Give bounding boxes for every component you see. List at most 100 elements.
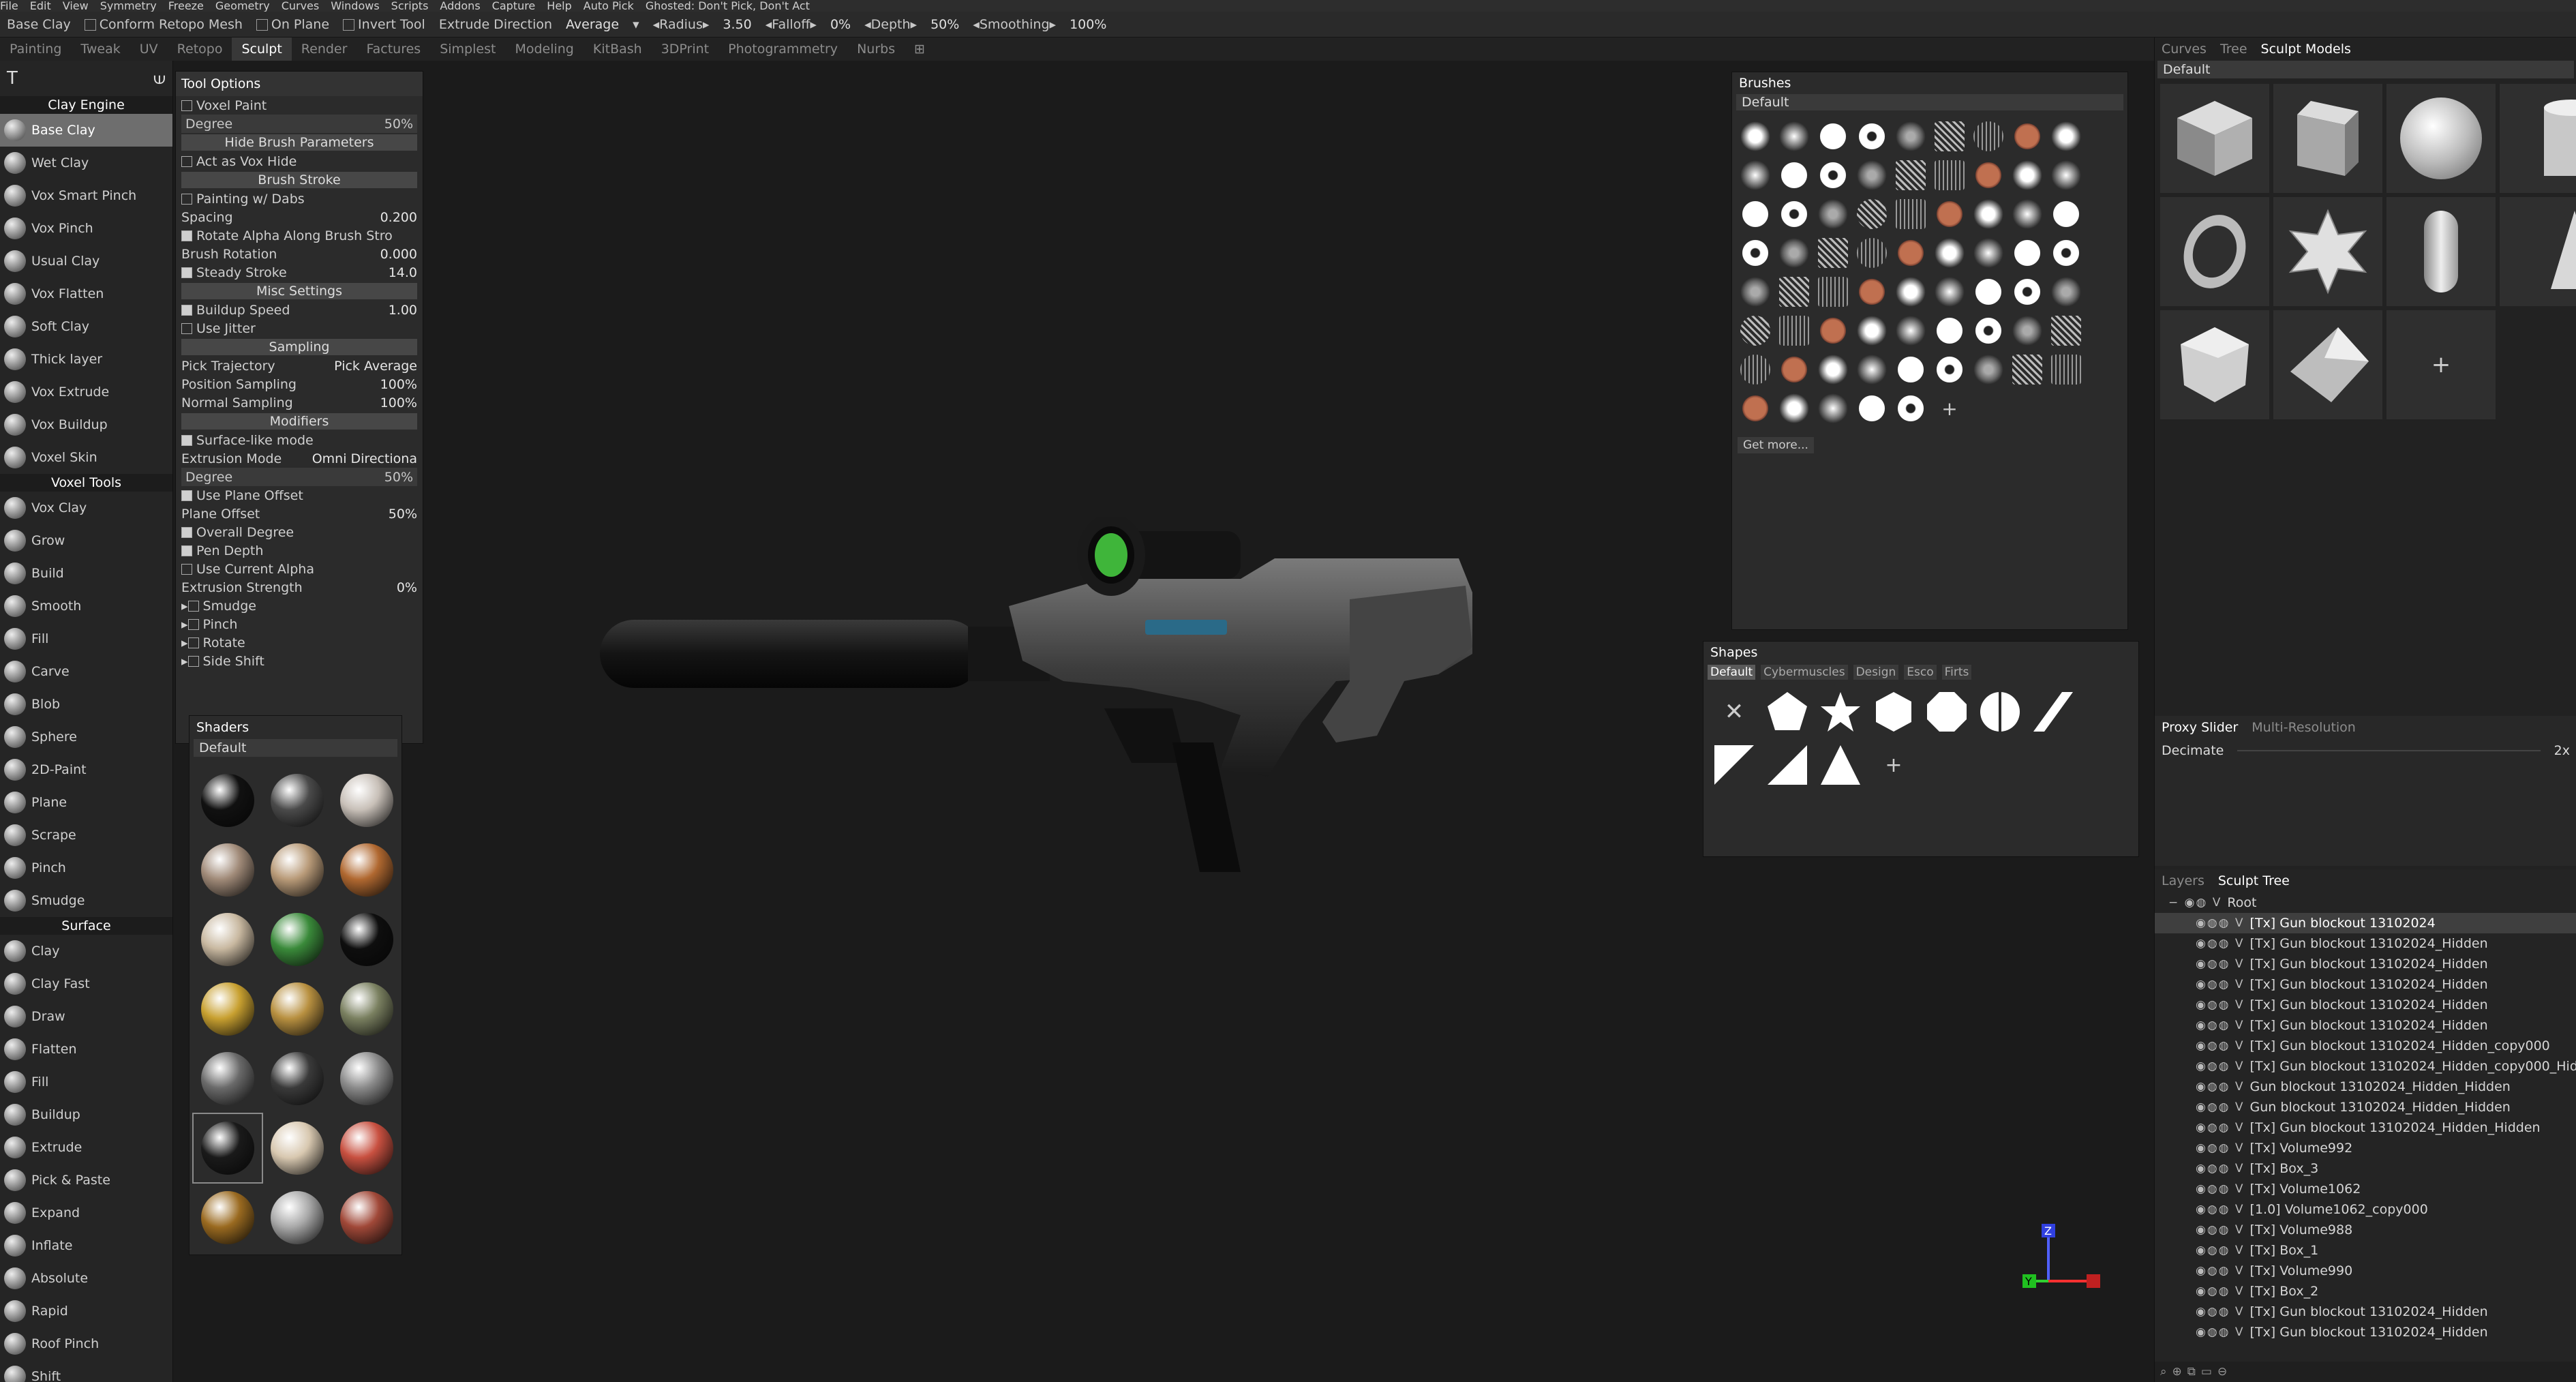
brush-alpha-icon[interactable] xyxy=(1930,312,1969,350)
brush-alpha-icon[interactable] xyxy=(1736,117,1774,155)
brush-rotation-slider[interactable]: Brush Rotation 0.000 xyxy=(176,245,423,263)
tree-layer-row[interactable]: ◉◍◍ V [Tx] Gun blockout 13102024_Hidden_c… xyxy=(2155,1056,2576,1077)
visibility-eye-icon[interactable]: ◉◍◍ V xyxy=(2196,978,2245,991)
brush-alpha-icon[interactable] xyxy=(1814,156,1852,194)
tree-layer-row[interactable]: ◉◍◍ V [Tx] Gun blockout 13102024_Hidden xyxy=(2155,933,2576,954)
brush-alpha-icon[interactable] xyxy=(1969,273,2007,311)
rotate-alpha-toggle[interactable]: Rotate Alpha Along Brush Stro xyxy=(176,226,423,245)
tool-vox-extrude[interactable]: Vox Extrude xyxy=(0,376,172,408)
brush-alpha-icon[interactable] xyxy=(1814,350,1852,389)
brush-alpha-icon[interactable] xyxy=(1930,195,1969,233)
visibility-eye-icon[interactable]: ◉◍◍ V xyxy=(2196,998,2245,1012)
brush-alpha-icon[interactable] xyxy=(1930,273,1969,311)
search-icon[interactable]: ⌕ xyxy=(2160,1365,2167,1379)
brush-alpha-icon[interactable] xyxy=(1814,117,1852,155)
brush-alpha-icon[interactable] xyxy=(1775,195,1813,233)
tab-sculpt-tree[interactable]: Sculpt Tree xyxy=(2211,873,2297,888)
tool-thick-layer[interactable]: Thick layer xyxy=(0,343,172,376)
brush-alpha-icon[interactable] xyxy=(2008,350,2046,389)
brush-alpha-icon[interactable] xyxy=(1930,156,1969,194)
visibility-eye-icon[interactable]: ◉◍◍ V xyxy=(2196,1121,2245,1135)
shader-material-icon[interactable] xyxy=(194,1184,262,1252)
tree-layer-row[interactable]: ◉◍◍ V [Tx] Gun blockout 13102024_Hidden xyxy=(2155,954,2576,974)
tab-layers[interactable]: Layers xyxy=(2155,873,2211,888)
tab-proxy-slider[interactable]: Proxy Slider xyxy=(2155,720,2245,735)
tree-layer-row[interactable]: ◉◍◍ V [Tx] Gun blockout 13102024_Hidden xyxy=(2155,1015,2576,1036)
visibility-eye-icon[interactable]: ◉◍◍ V xyxy=(2196,1080,2245,1094)
tool-shift[interactable]: Shift xyxy=(0,1360,172,1382)
buildup-speed-slider[interactable]: Buildup Speed 1.00 xyxy=(176,301,423,319)
model-capsule-icon[interactable] xyxy=(2386,197,2496,306)
model-cylinder-icon[interactable] xyxy=(2500,84,2576,193)
tree-layer-row[interactable]: ◉◍◍ V Gun blockout 13102024_Hidden_Hidden xyxy=(2155,1077,2576,1097)
modifiers-section[interactable]: Modifiers xyxy=(181,413,417,430)
visibility-eye-icon[interactable]: ◉◍◍ V xyxy=(2196,1244,2245,1257)
shader-material-icon[interactable] xyxy=(192,1113,263,1184)
add-model-icon[interactable]: + xyxy=(2386,310,2496,419)
tab-photogrammetry[interactable]: Photogrammetry xyxy=(718,42,847,57)
visibility-eye-icon[interactable]: ◉◍◍ V xyxy=(2196,1264,2245,1278)
shader-material-icon[interactable] xyxy=(333,766,401,835)
brush-alpha-icon[interactable] xyxy=(1736,234,1774,272)
brush-alpha-icon[interactable] xyxy=(1930,350,1969,389)
side-shift-toggle[interactable]: ▸ Side Shift xyxy=(176,652,423,670)
tool-vox-smart-pinch[interactable]: Vox Smart Pinch xyxy=(0,179,172,212)
pen-depth-toggle[interactable]: Pen Depth xyxy=(176,541,423,560)
shader-material-icon[interactable] xyxy=(263,905,331,974)
tool-voxel-skin[interactable]: Voxel Skin xyxy=(0,441,172,474)
tool-usual-clay[interactable]: Usual Clay xyxy=(0,245,172,277)
depth-value[interactable]: 50% xyxy=(930,17,959,32)
shader-material-icon[interactable] xyxy=(194,836,262,904)
brush-alpha-icon[interactable] xyxy=(1853,195,1891,233)
brush-alpha-icon[interactable] xyxy=(2008,156,2046,194)
brush-alpha-icon[interactable] xyxy=(1775,234,1813,272)
brush-alpha-icon[interactable] xyxy=(1736,156,1774,194)
brush-alpha-icon[interactable] xyxy=(1814,312,1852,350)
brush-alpha-icon[interactable] xyxy=(2008,195,2046,233)
decimate-value[interactable]: 2x xyxy=(2554,743,2570,758)
tool-grow[interactable]: Grow xyxy=(0,524,172,557)
act-as-vox-hide-toggle[interactable]: Act as Vox Hide xyxy=(176,152,423,170)
surface-like-mode-toggle[interactable]: Surface-like mode xyxy=(176,431,423,449)
shape-hexagon-icon[interactable] xyxy=(1870,688,1918,736)
brushes-preset-dropdown[interactable]: Default xyxy=(1736,94,2123,110)
degree-slider[interactable]: Degree 50% xyxy=(181,115,417,133)
tree-layer-row[interactable]: ◉◍◍ V [Tx] Volume990 xyxy=(2155,1261,2576,1281)
shape-none-icon[interactable]: ✕ xyxy=(1710,688,1758,736)
add-shape-icon[interactable]: + xyxy=(1870,741,1918,789)
get-more-brushes-button[interactable]: Get more... xyxy=(1738,437,1814,453)
visibility-eye-icon[interactable]: ◉◍◍ V xyxy=(2196,1100,2245,1114)
tree-layer-row[interactable]: ◉◍◍ V [Tx] Volume1062 xyxy=(2155,1179,2576,1199)
tool-base-clay[interactable]: Base Clay xyxy=(0,114,172,147)
depth-slider[interactable]: ◂Depth▸ xyxy=(864,17,917,32)
hide-brush-params-button[interactable]: Hide Brush Parameters xyxy=(181,134,417,151)
menu-geometry[interactable]: Geometry xyxy=(215,0,270,12)
tool-flatten[interactable]: Flatten xyxy=(0,1033,172,1066)
model-sphere-icon[interactable] xyxy=(2386,84,2496,193)
tree-layer-row[interactable]: ◉◍◍ V [Tx] Gun blockout 13102024_Hidden xyxy=(2155,974,2576,995)
brush-alpha-icon[interactable] xyxy=(2047,117,2085,155)
shader-material-icon[interactable] xyxy=(194,1045,262,1113)
select-tool-icon[interactable]: ⟒ xyxy=(153,68,166,89)
brush-alpha-icon[interactable] xyxy=(1736,389,1774,427)
brush-alpha-icon[interactable] xyxy=(1853,389,1891,427)
brush-alpha-icon[interactable] xyxy=(1930,234,1969,272)
voxel-paint-toggle[interactable]: Voxel Paint xyxy=(176,96,423,115)
visibility-eye-icon[interactable]: ◉◍◍ V xyxy=(2196,1060,2245,1073)
shader-material-icon[interactable] xyxy=(194,975,262,1043)
delete-icon[interactable]: ⊖ xyxy=(2217,1365,2227,1379)
brush-alpha-icon[interactable] xyxy=(1775,312,1813,350)
tree-layer-row[interactable]: ◉◍◍ V [Tx] Gun blockout 13102024 xyxy=(2155,913,2576,933)
shader-material-icon[interactable] xyxy=(194,905,262,974)
models-preset-dropdown[interactable]: Default xyxy=(2157,61,2574,78)
rotate-toggle[interactable]: ▸ Rotate xyxy=(176,633,423,652)
brush-alpha-icon[interactable] xyxy=(1736,195,1774,233)
shape-pentagon-icon[interactable] xyxy=(1763,688,1811,736)
tab-sculpt[interactable]: Sculpt xyxy=(232,37,292,61)
sampling-section[interactable]: Sampling xyxy=(181,339,417,355)
shape-tab-esco[interactable]: Esco xyxy=(1904,665,1937,680)
brush-alpha-icon[interactable] xyxy=(1892,389,1930,427)
brush-alpha-icon[interactable] xyxy=(1969,156,2007,194)
misc-settings-section[interactable]: Misc Settings xyxy=(181,283,417,299)
shader-material-icon[interactable] xyxy=(263,766,331,835)
